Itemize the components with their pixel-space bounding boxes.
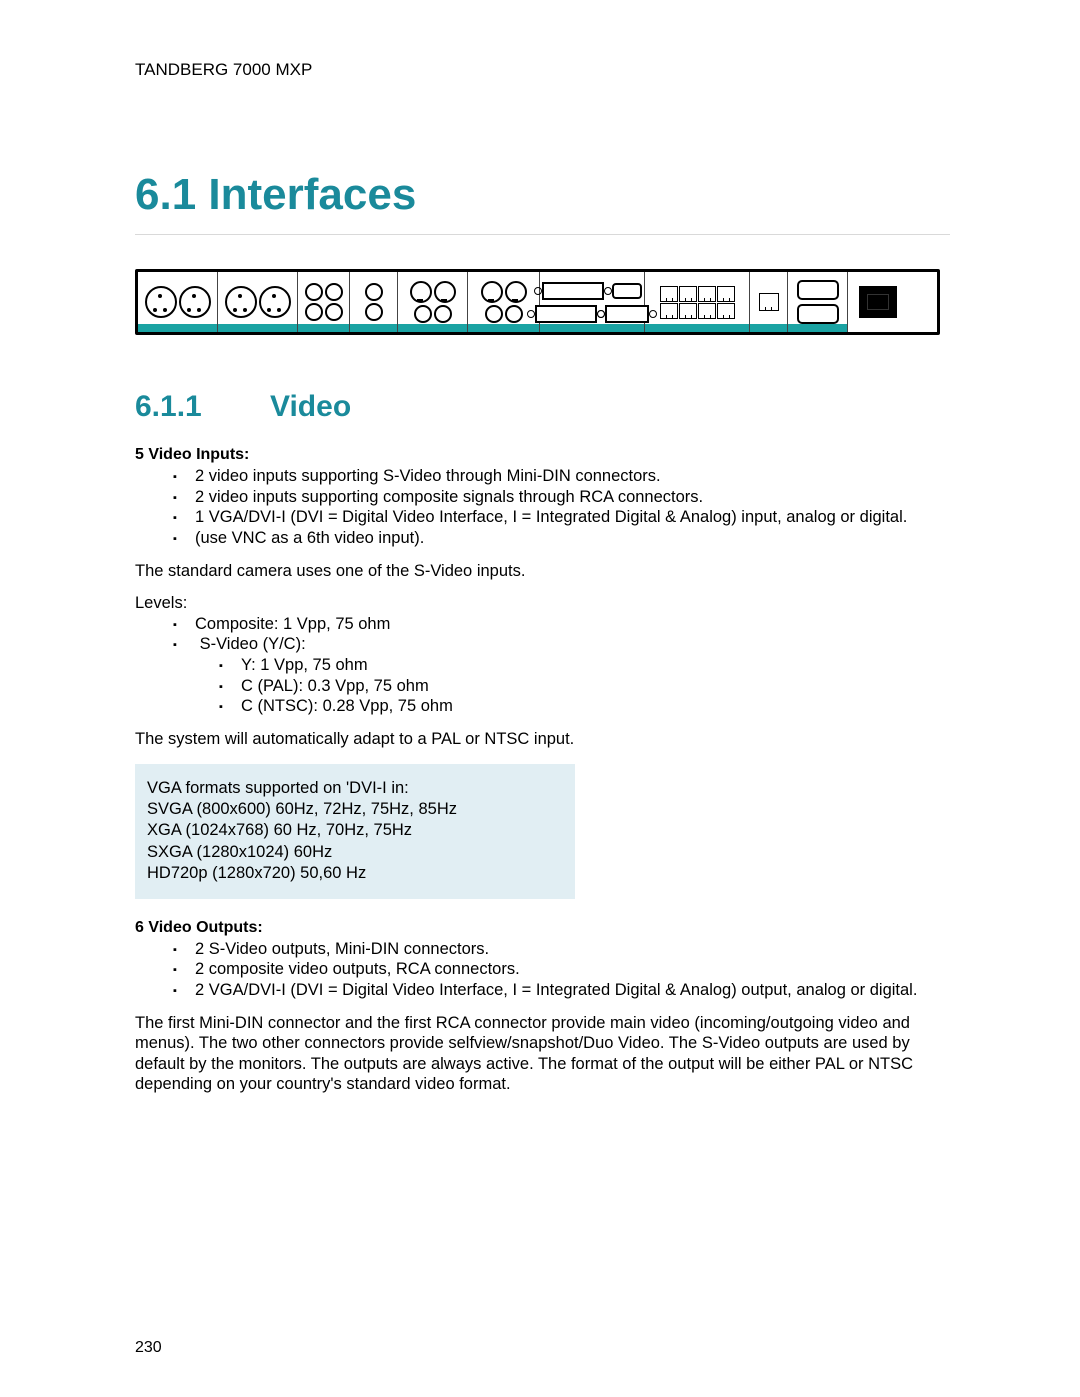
list-item: 2 video inputs supporting composite sign… <box>195 487 950 508</box>
list-item: C (PAL): 0.3 Vpp, 75 ohm <box>241 676 950 697</box>
mini-din-connector-icon <box>481 281 503 303</box>
list-item: 2 composite video outputs, RCA connector… <box>195 959 950 980</box>
section-name: Interfaces <box>208 170 416 219</box>
list-item: (use VNC as a 6th video input). <box>195 528 950 549</box>
rca-connector-icon <box>305 283 323 301</box>
page-header-product: TANDBERG 7000 MXP <box>135 60 950 80</box>
mini-din-connector-icon <box>410 281 432 303</box>
rear-panel-diagram <box>135 269 940 335</box>
dvi-connector-icon <box>542 282 604 300</box>
rca-connector-icon <box>414 305 432 323</box>
list-item-label: S-Video (Y/C): <box>200 635 306 653</box>
list-item: 1 VGA/DVI-I (DVI = Digital Video Interfa… <box>195 507 950 528</box>
list-item: 2 video inputs supporting S-Video throug… <box>195 466 950 487</box>
pal-ntsc-note: The system will automatically adapt to a… <box>135 729 950 750</box>
document-page: TANDBERG 7000 MXP 6.1 Interfaces <box>0 0 1080 1397</box>
levels-list: Composite: 1 Vpp, 75 ohm S-Video (Y/C): … <box>135 614 950 717</box>
rj45-port-grid-icon <box>660 286 735 319</box>
rca-connector-icon <box>485 305 503 323</box>
xlr-connector-icon <box>145 286 177 318</box>
subsection-number: 6.1.1 <box>135 390 270 424</box>
serial-port-icon <box>797 280 839 300</box>
note-line: SXGA (1280x1024) 60Hz <box>147 842 563 863</box>
video-inputs-list: 2 video inputs supporting S-Video throug… <box>135 466 950 549</box>
note-line: XGA (1024x768) 60 Hz, 70Hz, 75Hz <box>147 820 563 841</box>
levels-heading: Levels: <box>135 593 950 614</box>
section-divider <box>135 234 950 235</box>
power-inlet-icon <box>859 286 897 318</box>
mini-din-connector-icon <box>434 281 456 303</box>
page-number: 230 <box>135 1339 162 1357</box>
note-line: VGA formats supported on 'DVI-I in: <box>147 778 563 799</box>
subsection-title: 6.1.1Video <box>135 390 950 424</box>
xlr-connector-icon <box>225 286 257 318</box>
video-outputs-heading: 6 Video Outputs: <box>135 919 950 937</box>
section-number: 6.1 <box>135 170 196 219</box>
vga-connector-icon <box>612 283 642 299</box>
vga-formats-box: VGA formats supported on 'DVI-I in: SVGA… <box>135 764 575 899</box>
rca-connector-icon <box>305 303 323 321</box>
list-item: 2 VGA/DVI-I (DVI = Digital Video Interfa… <box>195 980 950 1001</box>
rca-connector-icon <box>434 305 452 323</box>
rca-connector-icon <box>325 283 343 301</box>
rca-connector-icon <box>505 305 523 323</box>
xlr-connector-icon <box>179 286 211 318</box>
xlr-connector-icon <box>259 286 291 318</box>
rca-connector-icon <box>365 283 383 301</box>
note-line: SVGA (800x600) 60Hz, 72Hz, 75Hz, 85Hz <box>147 799 563 820</box>
note-line: HD720p (1280x720) 50,60 Hz <box>147 863 563 884</box>
list-item: Composite: 1 Vpp, 75 ohm <box>195 614 950 635</box>
svideo-sublist: Y: 1 Vpp, 75 ohm C (PAL): 0.3 Vpp, 75 oh… <box>195 655 950 717</box>
rj45-port-icon <box>759 293 779 311</box>
section-title: 6.1 Interfaces <box>135 170 950 220</box>
camera-note: The standard camera uses one of the S-Vi… <box>135 561 950 582</box>
subsection-name: Video <box>270 390 351 423</box>
dvi-connector-icon <box>535 305 597 323</box>
outputs-paragraph: The first Mini-DIN connector and the fir… <box>135 1013 950 1096</box>
list-item: C (NTSC): 0.28 Vpp, 75 ohm <box>241 696 950 717</box>
list-item: 2 S-Video outputs, Mini-DIN connectors. <box>195 939 950 960</box>
rca-connector-icon <box>325 303 343 321</box>
video-outputs-list: 2 S-Video outputs, Mini-DIN connectors. … <box>135 939 950 1001</box>
list-item: Y: 1 Vpp, 75 ohm <box>241 655 950 676</box>
dvi-connector-icon <box>605 305 649 323</box>
list-item: S-Video (Y/C): Y: 1 Vpp, 75 ohm C (PAL):… <box>195 634 950 717</box>
video-inputs-heading: 5 Video Inputs: <box>135 446 950 464</box>
mini-din-connector-icon <box>505 281 527 303</box>
serial-port-icon <box>797 304 839 324</box>
rca-connector-icon <box>365 303 383 321</box>
